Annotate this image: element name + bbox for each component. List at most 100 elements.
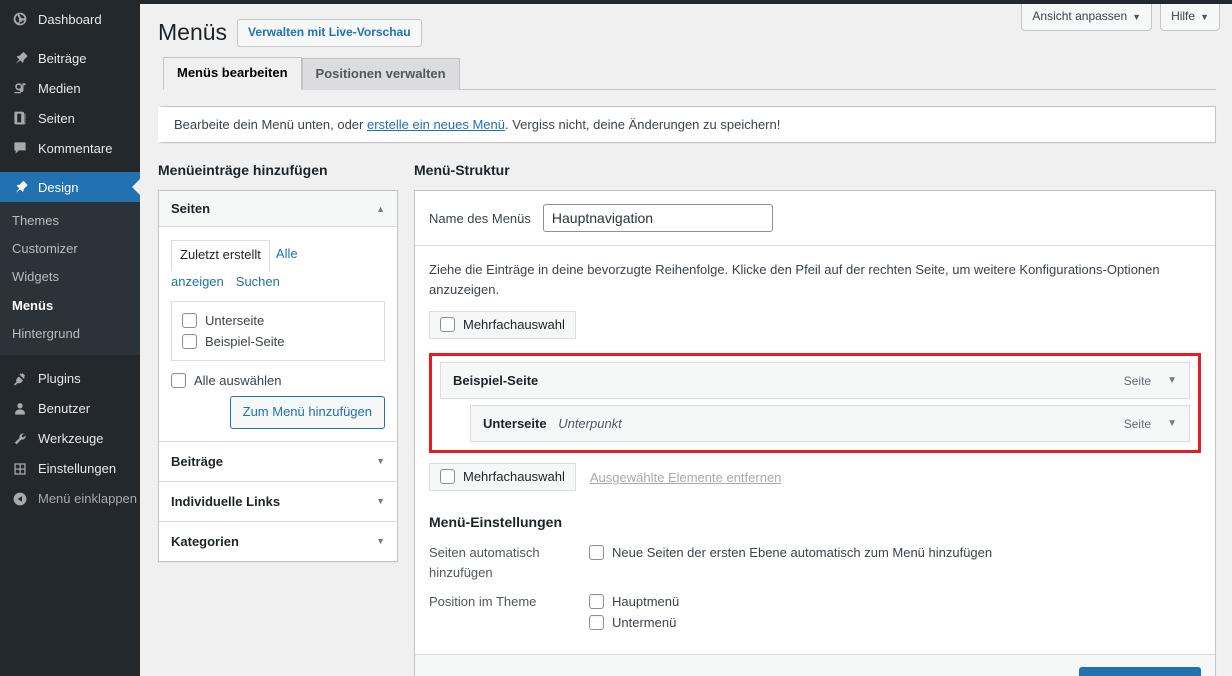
live-preview-button[interactable]: Verwalten mit Live-Vorschau	[237, 19, 422, 47]
theme-location-field: Hauptmenü Untermenü	[589, 592, 1201, 634]
submenu-item-themes[interactable]: Themes	[0, 207, 140, 235]
sidebar-item-tools[interactable]: Werkzeuge	[0, 424, 140, 454]
screen-options-button[interactable]: Ansicht anpassen▼	[1021, 4, 1152, 31]
menu-item-row[interactable]: Unterseite Unterpunkt Seite ▼	[470, 405, 1190, 442]
sidebar-item-plugins[interactable]: Plugins	[0, 364, 140, 394]
list-item[interactable]: Beispiel-Seite	[182, 331, 374, 352]
sidebar-item-posts[interactable]: Beiträge	[0, 43, 140, 73]
setting-auto-add: Seiten automatisch hinzufügen Neue Seite…	[429, 543, 1201, 582]
remove-selected-link[interactable]: Ausgewählte Elemente entfernen	[590, 470, 782, 485]
notice-text-after: . Vergiss nicht, deine Änderungen zu spe…	[505, 117, 780, 132]
menu-item-meta: Seite ▼	[1124, 374, 1177, 388]
create-new-menu-link[interactable]: erstelle ein neues Menü	[367, 117, 505, 132]
bulk-select-toggle-bottom[interactable]: Mehrfachauswahl	[429, 463, 576, 491]
auto-add-field: Neue Seiten der ersten Ebene automatisch…	[589, 543, 1201, 582]
chevron-up-icon: ▲	[376, 204, 385, 214]
menu-item-type: Seite	[1124, 374, 1151, 388]
checkbox-bulk-select-bottom[interactable]	[440, 469, 455, 484]
accordion-body-pages: Zuletzt erstelltAlle anzeigenSuchen Unte…	[159, 227, 397, 441]
chevron-down-icon: ▼	[376, 496, 385, 506]
chevron-down-icon: ▼	[376, 456, 385, 466]
tab-search[interactable]: Suchen	[230, 274, 286, 289]
accordion-label: Seiten	[171, 201, 210, 216]
checkbox-location-untermenu[interactable]	[589, 615, 604, 630]
location-label: Untermenü	[612, 615, 676, 630]
sidebar-divider	[0, 34, 140, 43]
accordion-header-pages[interactable]: Seiten ▲	[159, 191, 397, 227]
page-title: Menüs	[158, 18, 227, 48]
sidebar-item-comments[interactable]: Kommentare	[0, 133, 140, 163]
menu-columns: Menüeinträge hinzufügen Seiten ▲ Zuletzt…	[158, 161, 1216, 676]
location-label: Hauptmenü	[612, 594, 679, 609]
theme-location-label: Position im Theme	[429, 592, 589, 634]
sidebar-item-label: Benutzer	[38, 401, 90, 416]
menu-item-row[interactable]: Beispiel-Seite Seite ▼	[440, 362, 1190, 399]
screen-meta-links: Ansicht anpassen▼ Hilfe▼	[1021, 4, 1220, 31]
checkbox-auto-add-pages[interactable]	[589, 545, 604, 560]
menu-name-input[interactable]	[543, 204, 773, 232]
submenu-item-background[interactable]: Hintergrund	[0, 320, 140, 348]
sidebar-item-users[interactable]: Benutzer	[0, 394, 140, 424]
sidebar-item-dashboard[interactable]: Dashboard	[0, 4, 140, 34]
sidebar-item-label: Medien	[38, 81, 81, 96]
menu-item-title: Unterseite	[483, 416, 547, 431]
save-menu-button[interactable]: Menü speichern	[1079, 667, 1202, 676]
pages-icon	[10, 108, 30, 128]
pin-icon	[10, 48, 30, 68]
tab-manage-locations[interactable]: Positionen verwalten	[302, 58, 460, 90]
accordion-header-posts[interactable]: Beiträge ▼	[159, 442, 397, 482]
sidebar-item-label: Design	[38, 180, 78, 195]
submenu-label: Menüs	[12, 298, 53, 313]
accordion-header-categories[interactable]: Kategorien ▼	[159, 522, 397, 561]
sidebar-item-pages[interactable]: Seiten	[0, 103, 140, 133]
submenu-item-widgets[interactable]: Widgets	[0, 263, 140, 291]
auto-add-checkbox-label: Neue Seiten der ersten Ebene automatisch…	[612, 545, 992, 560]
select-all-row[interactable]: Alle auswählen	[171, 373, 385, 388]
sidebar-item-label: Dashboard	[38, 12, 102, 27]
checkbox-row-untermenu[interactable]: Untermenü	[589, 613, 1201, 634]
submenu-item-customizer[interactable]: Customizer	[0, 235, 140, 263]
appearance-submenu: Themes Customizer Widgets Menüs Hintergr…	[0, 202, 140, 355]
checkbox-unterseite[interactable]	[182, 313, 197, 328]
screen-options-label: Ansicht anpassen	[1032, 9, 1127, 23]
submenu-label: Widgets	[12, 269, 59, 284]
checkbox-row-hauptmenu[interactable]: Hauptmenü	[589, 592, 1201, 613]
checkbox-beispiel-seite[interactable]	[182, 334, 197, 349]
list-item-label: Unterseite	[205, 313, 264, 328]
tools-icon	[10, 429, 30, 449]
sidebar-item-settings[interactable]: Einstellungen	[0, 454, 140, 484]
chevron-down-icon[interactable]: ▼	[1167, 375, 1177, 386]
sidebar-item-label: Seiten	[38, 111, 75, 126]
list-item[interactable]: Unterseite	[182, 310, 374, 331]
auto-add-label: Seiten automatisch hinzufügen	[429, 543, 589, 582]
chevron-down-icon: ▼	[1200, 12, 1209, 22]
tab-most-recent[interactable]: Zuletzt erstellt	[171, 240, 270, 271]
menu-structure-panel: Name des Menüs Ziehe die Einträge in dei…	[414, 190, 1216, 676]
add-menu-items-column: Menüeinträge hinzufügen Seiten ▲ Zuletzt…	[158, 161, 398, 562]
accordion-header-custom-links[interactable]: Individuelle Links ▼	[159, 482, 397, 522]
add-menu-items-title: Menüeinträge hinzufügen	[158, 161, 398, 181]
chevron-down-icon[interactable]: ▼	[1167, 418, 1177, 429]
submenu-item-menus[interactable]: Menüs	[0, 292, 140, 320]
add-to-menu-button[interactable]: Zum Menü hinzufügen	[230, 396, 385, 429]
bulk-select-toggle-top[interactable]: Mehrfachauswahl	[429, 311, 576, 339]
checkbox-row-auto-add[interactable]: Neue Seiten der ersten Ebene automatisch…	[589, 543, 1201, 564]
menu-name-row: Name des Menüs	[415, 191, 1215, 246]
collapse-icon	[10, 489, 30, 509]
sidebar-item-appearance[interactable]: Design	[0, 172, 140, 202]
submenu-label: Hintergrund	[12, 326, 80, 341]
add-menu-accordion: Seiten ▲ Zuletzt erstelltAlle anzeigenSu…	[158, 190, 398, 561]
tab-edit-menus[interactable]: Menüs bearbeiten	[163, 57, 302, 90]
comments-icon	[10, 138, 30, 158]
sidebar-item-collapse-menu[interactable]: Menü einklappen	[0, 484, 140, 514]
sidebar-item-label: Plugins	[38, 371, 81, 386]
checkbox-bulk-select-top[interactable]	[440, 317, 455, 332]
checkbox-location-hauptmenu[interactable]	[589, 594, 604, 609]
checkbox-select-all[interactable]	[171, 373, 186, 388]
menu-settings-title: Menü-Einstellungen	[429, 513, 1201, 533]
menu-item-meta: Seite ▼	[1124, 417, 1177, 431]
chevron-down-icon: ▼	[376, 536, 385, 546]
sidebar-item-media[interactable]: Medien	[0, 73, 140, 103]
help-button[interactable]: Hilfe▼	[1160, 4, 1220, 31]
sidebar-item-label: Einstellungen	[38, 461, 116, 476]
